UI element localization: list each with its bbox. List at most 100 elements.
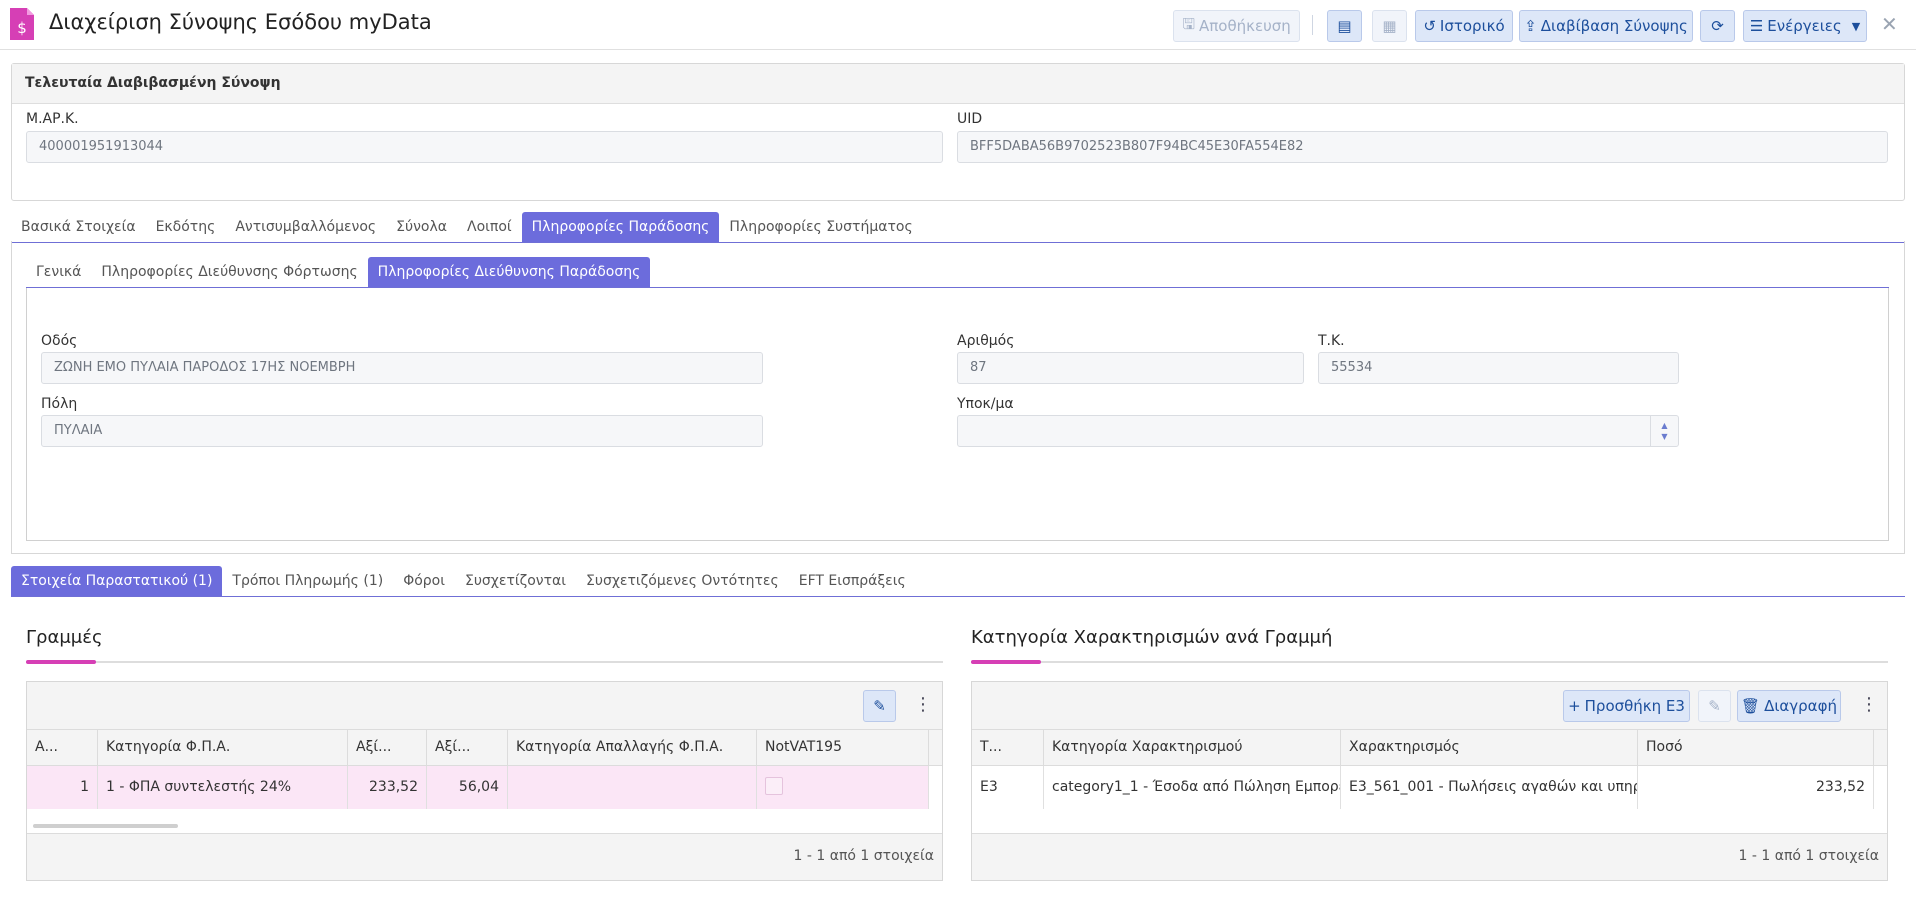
tab-basic[interactable]: Βασικά Στοιχεία	[11, 212, 146, 242]
col-vat-exemption[interactable]: Κατηγορία Απαλλαγής Φ.Π.Α.	[508, 730, 757, 766]
list-view-icon: ▤	[1337, 17, 1352, 35]
save-icon: 🖫	[1182, 14, 1195, 33]
tab-document-details[interactable]: Στοιχεία Παραστατικού (1)	[11, 566, 223, 596]
header-bar: $ Διαχείριση Σύνοψης Εσόδου myData 🖫 Απο…	[0, 0, 1916, 50]
classifications-header-row: Τ... Κατηγορία Χαρακτηρισμού Χαρακτηρισμ…	[972, 730, 1887, 766]
delete-button[interactable]: 🗑 Διαγραφή	[1737, 690, 1841, 722]
lines-grid: ✎ ⋮ Α... Κατηγορία Φ.Π.Α. Αξί... Αξί... …	[26, 681, 943, 881]
uid-field[interactable]: BFF5DABA56B9702523B807F94BC45E30FA554E82	[957, 131, 1888, 163]
grid-view-icon: ▦	[1382, 17, 1397, 35]
table-row[interactable]: E3 category1_1 - Έσοδα από Πώληση Εμπορε…	[972, 766, 1874, 809]
street-field[interactable]: ΖΩΝΗ ΕΜΟ ΠΥΛΑΙΑ ΠΑΡΟΔΟΣ 17ΗΣ ΝΟΕΜΒΡΗ	[41, 352, 763, 384]
street-label: Οδός	[41, 333, 78, 349]
tab-system[interactable]: Πληροφορίες Συστήματος	[719, 212, 922, 242]
tab-delivery[interactable]: Πληροφορίες Παράδοσης	[521, 212, 720, 242]
document-tabs: Στοιχεία Παραστατικού (1) Τρόποι Πληρωμή…	[11, 566, 1905, 597]
trash-icon: 🗑	[1741, 697, 1761, 715]
branch-field[interactable]: ▲ ▼	[957, 415, 1679, 447]
lines-rule	[26, 660, 943, 664]
tab-correlated[interactable]: Συσχετίζονται	[455, 566, 576, 596]
cell-net-value: 233,52	[348, 766, 427, 809]
number-field[interactable]: 87	[957, 352, 1304, 384]
cell-notvat195	[757, 766, 929, 809]
save-button[interactable]: 🖫 Αποθήκευση	[1173, 10, 1300, 42]
col-type[interactable]: Τ...	[972, 730, 1044, 766]
list-view-button[interactable]: ▤	[1327, 10, 1362, 42]
add-e3-label: Προσθήκη Ε3	[1584, 697, 1685, 715]
subtab-general[interactable]: Γενικά	[26, 257, 91, 287]
branch-label: Υποκ/μα	[957, 396, 1014, 412]
lines-title: Γραμμές	[26, 627, 103, 648]
page-title: Διαχείριση Σύνοψης Εσόδου myData	[49, 10, 432, 34]
subtab-loading-address[interactable]: Πληροφορίες Διεύθυνσης Φόρτωσης	[91, 257, 367, 287]
uid-label: UID	[957, 111, 983, 127]
cell-classification: E3_561_001 - Πωλήσεις αγαθών και υπηρεσι…	[1341, 766, 1638, 809]
cell-classification-category: category1_1 - Έσοδα από Πώληση Εμπορευμά…	[1044, 766, 1341, 809]
col-vat-category[interactable]: Κατηγορία Φ.Π.Α.	[98, 730, 348, 766]
branch-spinner[interactable]: ▲ ▼	[1650, 416, 1678, 446]
table-row[interactable]: 1 1 - ΦΠΑ συντελεστής 24% 233,52 56,04	[27, 766, 929, 809]
cell-vat-category: 1 - ΦΠΑ συντελεστής 24%	[98, 766, 348, 809]
pencil-icon: ✎	[1708, 697, 1721, 715]
city-label: Πόλη	[41, 396, 78, 412]
main-tabs: Βασικά Στοιχεία Εκδότης Αντισυμβαλλόμενο…	[11, 212, 1905, 243]
actions-label: Ενέργειες	[1767, 17, 1842, 35]
toolbar-divider	[1312, 15, 1313, 35]
lines-body: 1 1 - ΦΠΑ συντελεστής 24% 233,52 56,04	[27, 766, 942, 833]
tab-taxes[interactable]: Φόροι	[393, 566, 455, 596]
more-vertical-icon[interactable]: ⋮	[914, 696, 932, 714]
cell-vat-amount: 56,04	[427, 766, 508, 809]
invoice-icon: $	[8, 6, 36, 42]
classifications-pager: 1 - 1 από 1 στοιχεία	[972, 833, 1887, 880]
col-notvat195[interactable]: NotVAT195	[757, 730, 929, 766]
add-e3-button[interactable]: + Προσθήκη Ε3	[1563, 690, 1690, 722]
caret-down-icon: ▼	[1851, 19, 1861, 33]
edit-classification-button[interactable]: ✎	[1698, 690, 1731, 722]
city-field[interactable]: ΠΥΛΑΙΑ	[41, 415, 763, 447]
history-label: Ιστορικό	[1439, 17, 1505, 35]
close-icon[interactable]: ✕	[1881, 12, 1898, 36]
tab-other[interactable]: Λοιποί	[457, 212, 522, 242]
mark-label: Μ.ΑΡ.Κ.	[26, 111, 79, 127]
tab-payment-methods[interactable]: Τρόποι Πληρωμής (1)	[222, 566, 393, 596]
number-label: Αριθμός	[957, 333, 1015, 349]
upload-icon: ⇪	[1524, 17, 1537, 35]
tab-issuer[interactable]: Εκδότης	[146, 212, 226, 242]
history-button[interactable]: ↺ Ιστορικό	[1415, 10, 1513, 42]
grid-view-button[interactable]: ▦	[1372, 10, 1407, 42]
notvat195-checkbox[interactable]	[765, 777, 783, 795]
panel-title: Τελευταία Διαβιβασμένη Σύνοψη	[12, 64, 1904, 104]
refresh-icon: ⟳	[1711, 17, 1724, 35]
mark-field[interactable]: 400001951913044	[26, 131, 943, 163]
col-net-value[interactable]: Αξί...	[348, 730, 427, 766]
delivery-sub-tabs: Γενικά Πληροφορίες Διεύθυνσης Φόρτωσης Π…	[26, 257, 1889, 288]
more-vertical-icon[interactable]: ⋮	[1860, 696, 1878, 714]
subtab-delivery-address[interactable]: Πληροφορίες Διεύθυνσης Παράδοσης	[367, 257, 651, 287]
col-amount[interactable]: Ποσό	[1638, 730, 1874, 766]
tab-correlated-entities[interactable]: Συσχετιζόμενες Οντότητες	[576, 566, 789, 596]
tab-totals[interactable]: Σύνολα	[386, 212, 457, 242]
pencil-icon: ✎	[873, 697, 886, 715]
lines-header-row: Α... Κατηγορία Φ.Π.Α. Αξί... Αξί... Κατη…	[27, 730, 942, 766]
spin-up-icon[interactable]: ▲	[1661, 420, 1667, 431]
horizontal-scrollbar[interactable]	[33, 824, 178, 828]
spin-down-icon[interactable]: ▼	[1661, 431, 1667, 442]
col-vat-amount[interactable]: Αξί...	[427, 730, 508, 766]
tab-eft-receipts[interactable]: EFT Εισπράξεις	[789, 566, 916, 596]
submit-summary-button[interactable]: ⇪ Διαβίβαση Σύνοψης	[1519, 10, 1693, 42]
cell-amount: 233,52	[1638, 766, 1874, 809]
col-classification-category[interactable]: Κατηγορία Χαρακτηρισμού	[1044, 730, 1341, 766]
col-classification[interactable]: Χαρακτηρισμός	[1341, 730, 1638, 766]
col-line-no[interactable]: Α...	[27, 730, 98, 766]
actions-dropdown[interactable]: ☰ Ενέργειες ▼	[1743, 10, 1867, 42]
cell-vat-exemption	[508, 766, 757, 809]
edit-lines-button[interactable]: ✎	[863, 690, 896, 722]
zip-field[interactable]: 55534	[1318, 352, 1679, 384]
refresh-button[interactable]: ⟳	[1700, 10, 1735, 42]
cell-line-no: 1	[27, 766, 98, 809]
classifications-toolbar: + Προσθήκη Ε3 ✎ 🗑 Διαγραφή ⋮	[972, 682, 1887, 730]
delete-label: Διαγραφή	[1764, 697, 1837, 715]
tab-counterpart[interactable]: Αντισυμβαλλόμενος	[225, 212, 386, 242]
plus-icon: +	[1568, 697, 1581, 715]
classifications-rule	[971, 660, 1888, 664]
